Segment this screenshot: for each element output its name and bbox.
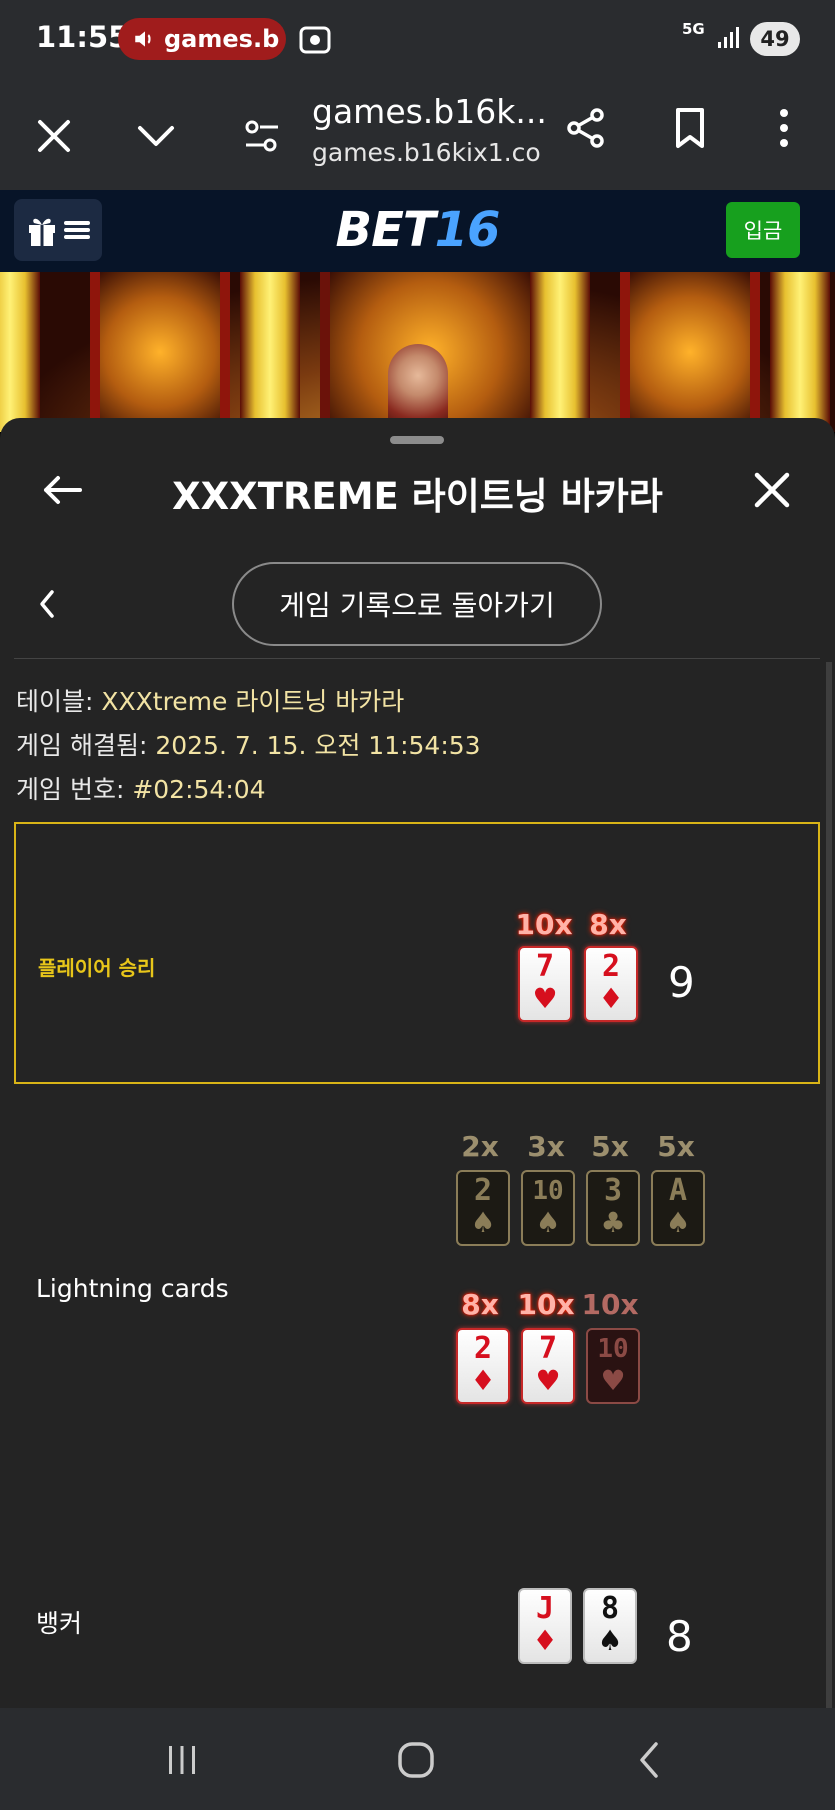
player-score: 9: [668, 958, 695, 1007]
card-rank: 10: [597, 1334, 629, 1364]
page-url[interactable]: games.b16kix1.com: [312, 138, 542, 167]
lightning-card: 3 ♣: [586, 1170, 640, 1246]
game-history-sheet: XXXTREME 라이트닝 바카라 게임 기록으로 돌아가기 테이블: XXXt…: [0, 418, 835, 1708]
banker-label: 뱅커: [36, 1609, 83, 1638]
game-number-label: 게임 번호:: [16, 775, 125, 804]
lightning-card: 10 ♥: [586, 1328, 640, 1404]
card-rank: 3: [603, 1173, 623, 1208]
system-nav-bar: [0, 1708, 835, 1810]
back-to-history-button[interactable]: 게임 기록으로 돌아가기: [232, 562, 602, 646]
resolved-label: 게임 해결됨:: [16, 731, 148, 760]
card-suit: ♦: [470, 1364, 496, 1397]
card-rank: 10: [532, 1176, 564, 1206]
card-suit: ♠: [665, 1206, 691, 1239]
card-suit: ♠: [597, 1624, 623, 1657]
more-options-icon[interactable]: [762, 106, 806, 150]
chevron-down-icon[interactable]: [134, 114, 178, 158]
lightning-card: 7 ♥: [521, 1328, 575, 1404]
page-title[interactable]: games.b16k...: [312, 92, 547, 131]
signal-icon: [718, 27, 739, 48]
player-result-box: 플레이어 승리 10x 8x 7 ♥ 2 ♦ 9: [14, 822, 820, 1084]
sheet-title: XXXTREME 라이트닝 바카라: [172, 475, 663, 518]
card-suit: ♥: [600, 1364, 626, 1397]
player-card: 2 ♦: [584, 946, 638, 1022]
card-multiplier: 5x: [657, 1130, 695, 1163]
card-multiplier: 10x: [515, 908, 573, 941]
battery-icon: 49: [750, 22, 800, 56]
site-settings-icon[interactable]: [240, 114, 284, 158]
card-rank: 2: [473, 1331, 493, 1366]
card-rank: 2: [601, 949, 621, 984]
live-game-video: [0, 272, 835, 432]
card-multiplier: 10x: [581, 1288, 639, 1321]
divider: [14, 658, 820, 659]
browser-toolbar: games.b16k... games.b16kix1.com: [0, 80, 835, 190]
lightning-card: A ♠: [651, 1170, 705, 1246]
resolved-info: 게임 해결됨: 2025. 7. 15. 오전 11:54:53: [16, 726, 481, 762]
home-icon[interactable]: [396, 1740, 436, 1780]
site-header: BET16 입금: [0, 190, 835, 272]
player-card: 7 ♥: [518, 946, 572, 1022]
table-label: 테이블:: [16, 687, 94, 716]
card-rank: 2: [473, 1173, 493, 1208]
game-number-value: #02:54:04: [132, 775, 266, 804]
lightning-card: 10 ♠: [521, 1170, 575, 1246]
network-5g-icon: 5G: [682, 20, 705, 38]
close-icon[interactable]: [750, 468, 794, 512]
decor-arch: [90, 272, 230, 432]
media-pill-text: games.b1: [164, 25, 280, 53]
lightning-cards-label: Lightning cards: [36, 1274, 229, 1303]
card-multiplier: 8x: [589, 908, 627, 941]
site-logo[interactable]: BET16: [0, 202, 835, 258]
banker-card: J ♦: [518, 1588, 572, 1664]
card-multiplier: 3x: [527, 1130, 565, 1163]
card-suit: ♠: [470, 1206, 496, 1239]
speaker-icon: [135, 31, 151, 47]
decor-pillar: [530, 272, 590, 432]
scrollbar[interactable]: [826, 662, 832, 1708]
card-rank: 8: [600, 1591, 620, 1626]
logo-number: 16: [434, 202, 501, 258]
card-rank: 7: [535, 949, 555, 984]
game-number-info: 게임 번호: #02:54:04: [16, 770, 266, 806]
decor-pillar: [0, 272, 40, 432]
lightning-card: 2 ♠: [456, 1170, 510, 1246]
bookmark-icon[interactable]: [668, 106, 712, 150]
drag-handle[interactable]: [390, 436, 444, 444]
card-suit: ♣: [600, 1206, 626, 1239]
close-tab-icon[interactable]: [32, 114, 76, 158]
player-win-label: 플레이어 승리: [38, 956, 156, 980]
card-suit: ♠: [535, 1206, 561, 1239]
decor-pillar: [770, 272, 830, 432]
media-playing-pill[interactable]: games.b1: [118, 18, 286, 60]
card-suit: ♦: [532, 1624, 558, 1657]
card-multiplier: 10x: [517, 1288, 575, 1321]
share-icon[interactable]: [564, 106, 608, 150]
logo-text: BET: [335, 202, 436, 258]
deposit-button[interactable]: 입금: [726, 202, 800, 258]
status-time: 11:55: [36, 20, 129, 54]
card-multiplier: 5x: [591, 1130, 629, 1163]
banker-card: 8 ♠: [583, 1588, 637, 1664]
screenshot-icon: [299, 26, 331, 54]
chevron-left-icon[interactable]: [36, 588, 58, 620]
card-suit: ♥: [535, 1364, 561, 1397]
back-icon[interactable]: [630, 1740, 670, 1780]
resolved-value: 2025. 7. 15. 오전 11:54:53: [155, 731, 481, 760]
card-multiplier: 2x: [461, 1130, 499, 1163]
lightning-card: 2 ♦: [456, 1328, 510, 1404]
decor-pillar: [240, 272, 300, 432]
status-bar: 11:55 games.b1 5G 49: [0, 0, 835, 80]
card-rank: 7: [538, 1331, 558, 1366]
card-rank: A: [668, 1173, 688, 1208]
card-suit: ♦: [598, 982, 624, 1015]
table-value: XXXtreme 라이트닝 바카라: [101, 687, 405, 716]
banker-score: 8: [666, 1612, 693, 1661]
table-info: 테이블: XXXtreme 라이트닝 바카라: [16, 682, 404, 718]
card-suit: ♥: [532, 982, 558, 1015]
card-multiplier: 8x: [461, 1288, 499, 1321]
recent-apps-icon[interactable]: [162, 1740, 202, 1780]
decor-arch: [620, 272, 760, 432]
card-rank: J: [535, 1591, 555, 1626]
